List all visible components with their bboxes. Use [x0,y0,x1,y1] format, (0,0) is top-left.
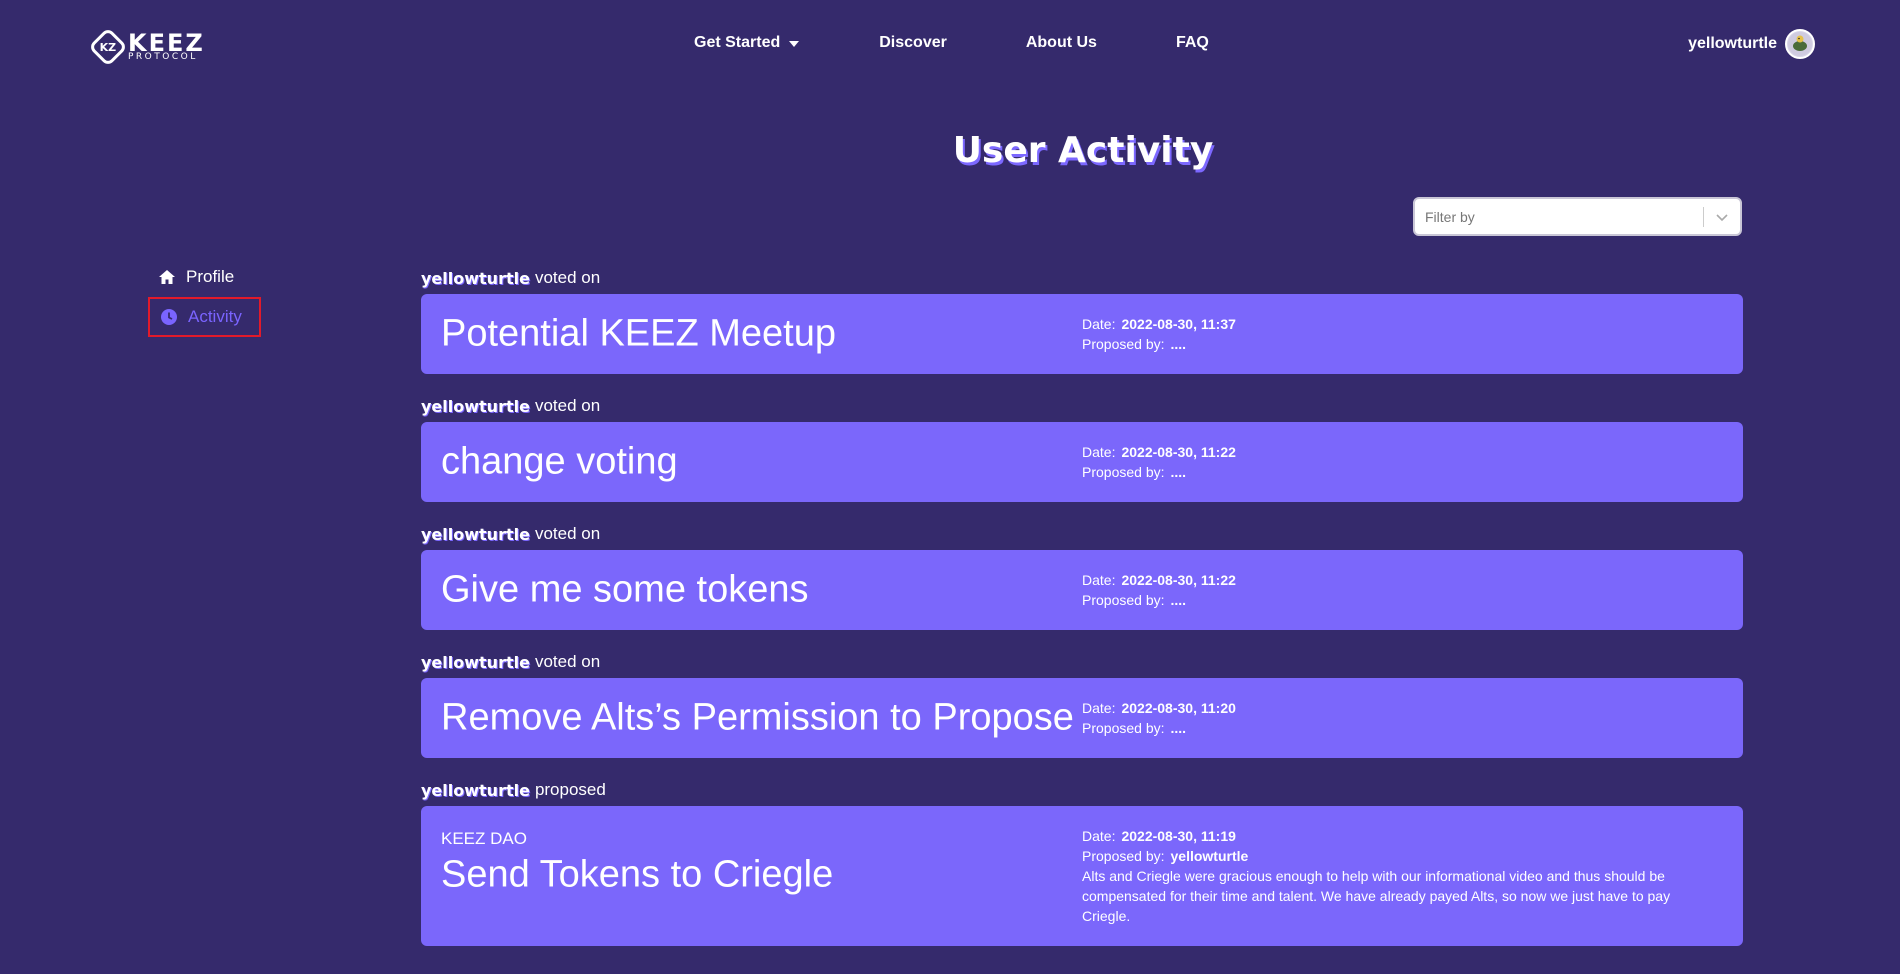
avatar[interactable] [1785,29,1815,59]
nav-get-started[interactable]: Get Started [694,34,800,52]
date-label: Date: [1082,316,1116,332]
username: yellowturtle [1688,35,1777,52]
proposed-by-label: Proposed by: [1082,592,1165,608]
entry-action: voted on [534,268,601,287]
date-label: Date: [1082,572,1116,588]
proposal-proposer: .... [1170,720,1187,736]
entry-action: voted on [534,652,601,671]
date-label: Date: [1082,700,1116,716]
sidebar-item-label: Profile [186,267,235,286]
entry-user[interactable]: yellowturtle [421,653,530,672]
sidebar-item-label: Activity [188,307,242,326]
proposal-title: Potential KEEZ Meetup [441,312,836,355]
proposed-by-label: Proposed by: [1082,464,1165,480]
page-title: User Activity [952,130,1214,171]
proposed-by-label: Proposed by: [1082,336,1165,352]
entry-user[interactable]: yellowturtle [421,781,530,800]
entry-action: proposed [534,780,606,799]
entry-action: voted on [534,396,601,415]
proposal-card[interactable]: KEEZ DAO Send Tokens to Criegle Date: 202… [421,806,1743,946]
main-nav: Get Started Discover About Us FAQ [694,34,1209,52]
proposal-date: 2022-08-30, 11:20 [1121,700,1236,716]
proposal-meta: Date: 2022-08-30, 11:19 Proposed by: yello… [1082,826,1722,926]
proposal-proposer: .... [1170,464,1187,480]
proposal-date: 2022-08-30, 11:19 [1121,828,1236,844]
proposal-meta: Date: 2022-08-30, 11:22 Proposed by:.... [1082,442,1236,482]
entry-label: yellowturtle proposed [421,774,1743,806]
filter-placeholder: Filter by [1425,208,1475,225]
caret-down-icon [789,41,800,47]
proposal-meta: Date: 2022-08-30, 11:22 Proposed by:.... [1082,570,1236,610]
proposal-title: Remove Alts’s Permission to Propose [441,696,1074,739]
proposal-card[interactable]: Potential KEEZ Meetup Date: 2022-08-30, 1… [421,294,1743,374]
turtle-avatar-icon [1788,32,1812,56]
proposal-proposer: .... [1170,592,1187,608]
clock-icon [161,309,177,325]
sidebar: Profile Activity [148,257,261,337]
nav-discover[interactable]: Discover [879,34,947,52]
sidebar-item-profile[interactable]: Profile [148,257,261,297]
date-label: Date: [1082,444,1116,460]
proposal-card[interactable]: Give me some tokens Date: 2022-08-30, 11:… [421,550,1743,630]
entry-label: yellowturtle voted on [421,518,1743,550]
home-icon [159,270,175,284]
entry-label: yellowturtle voted on [421,262,1743,294]
user-menu[interactable]: yellowturtle [1688,29,1815,59]
proposal-dao: KEEZ DAO [441,829,527,848]
proposed-by-label: Proposed by: [1082,720,1165,736]
nav-get-started-label: Get Started [694,34,781,51]
entry-user[interactable]: yellowturtle [421,397,530,416]
proposal-date: 2022-08-30, 11:22 [1121,444,1236,460]
date-label: Date: [1082,828,1116,844]
proposal-proposer: .... [1170,336,1187,352]
proposal-date: 2022-08-30, 11:37 [1121,316,1236,332]
entry-action: voted on [534,524,601,543]
keez-logo[interactable]: KZ KEEZ PROTOCOL [88,26,205,67]
proposal-description: Alts and Criegle were gracious enough to… [1082,868,1671,924]
nav-faq[interactable]: FAQ [1176,34,1209,52]
chevron-down-icon[interactable] [1704,210,1740,224]
proposal-proposer: yellowturtle [1170,848,1249,864]
proposal-card[interactable]: Remove Alts’s Permission to Propose Date… [421,678,1743,758]
proposal-title: Give me some tokens [441,568,809,611]
nav-about-us[interactable]: About Us [1026,34,1097,52]
logo-mark-icon: KZ [88,26,128,67]
proposal-meta: Date: 2022-08-30, 11:37 Proposed by:.... [1082,314,1236,354]
filter-select[interactable]: Filter by [1413,197,1742,236]
proposal-title: change voting [441,440,678,483]
proposal-title: Send Tokens to Criegle [441,853,834,896]
entry-label: yellowturtle voted on [421,390,1743,422]
proposed-by-label: Proposed by: [1082,848,1165,864]
proposal-meta: Date: 2022-08-30, 11:20 Proposed by:.... [1082,698,1236,738]
sidebar-item-activity[interactable]: Activity [148,297,261,337]
entry-label: yellowturtle voted on [421,646,1743,678]
logo-text: KEEZ PROTOCOL [128,29,205,62]
entry-user[interactable]: yellowturtle [421,269,530,288]
entry-user[interactable]: yellowturtle [421,525,530,544]
proposal-card[interactable]: change voting Date: 2022-08-30, 11:22 Pro… [421,422,1743,502]
activity-feed: yellowturtle voted on Potential KEEZ Mee… [421,262,1743,962]
proposal-date: 2022-08-30, 11:22 [1121,572,1236,588]
